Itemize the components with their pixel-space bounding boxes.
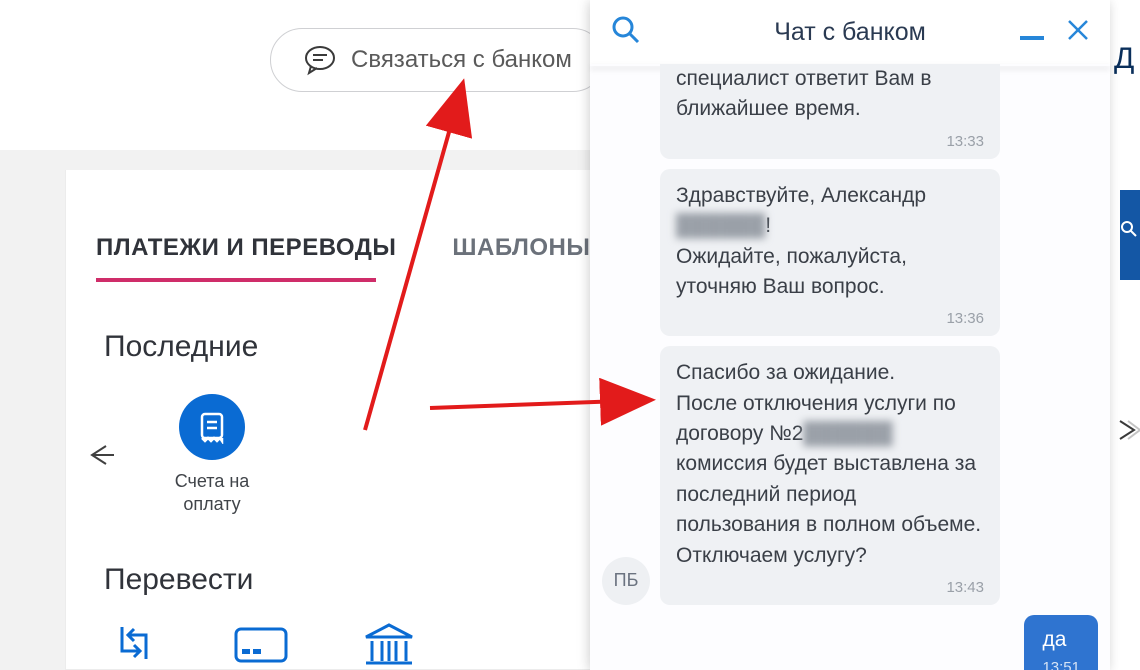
message-time: 13:43 [676, 577, 984, 599]
recent-item-label: Счета на оплату [152, 470, 272, 515]
forward-arrow-icon [1118, 415, 1140, 450]
search-icon [1120, 220, 1138, 243]
chat-bubble-icon [303, 43, 337, 77]
transfer-bank-icon[interactable] [362, 621, 416, 667]
contact-bank-button[interactable]: Связаться с банком [270, 28, 605, 92]
message-text: Спасибо за ожидание.После отключения усл… [676, 361, 981, 567]
edge-letter: Д [1114, 42, 1140, 76]
page-edge-right: Д [1110, 0, 1140, 670]
message-text: да [1042, 628, 1066, 651]
message-text: Здравствуйте, Александр ██████!Ожидайте,… [676, 184, 926, 298]
receipt-icon [179, 394, 245, 460]
message-user: да 13:51 [602, 615, 1098, 670]
transfer-between-accounts-icon[interactable] [108, 621, 160, 667]
message-time: 13:33 [676, 131, 984, 153]
chat-header: Чат с банком [590, 0, 1110, 64]
recent-back-arrow[interactable] [84, 438, 118, 472]
message-bank: ПБ Спасибо за ожидание.После отключения … [602, 346, 1098, 605]
message-time: 13:36 [676, 308, 984, 330]
recent-item-invoices[interactable]: Счета на оплату [152, 394, 272, 515]
message-text: специалист ответит Вам в ближайшее время… [676, 67, 932, 120]
contact-bank-label: Связаться с банком [351, 46, 572, 74]
message-bank: специалист ответит Вам в ближайшее время… [602, 64, 1098, 159]
minimize-icon[interactable] [1020, 36, 1044, 40]
chat-panel: Чат с банком специалист ответит Вам в бл… [590, 0, 1110, 670]
tab-payments[interactable]: ПЛАТЕЖИ И ПЕРЕВОДЫ [96, 234, 396, 262]
chat-body[interactable]: специалист ответит Вам в ближайшее время… [590, 64, 1110, 670]
transfer-card-icon[interactable] [232, 621, 290, 667]
active-tab-indicator [96, 278, 376, 282]
chat-title: Чат с банком [590, 18, 1110, 47]
message-time: 13:51 [1042, 657, 1080, 670]
avatar: ПБ [602, 557, 650, 605]
message-bank: Здравствуйте, Александр ██████!Ожидайте,… [602, 169, 1098, 337]
tab-templates[interactable]: ШАБЛОНЫ [452, 234, 590, 262]
